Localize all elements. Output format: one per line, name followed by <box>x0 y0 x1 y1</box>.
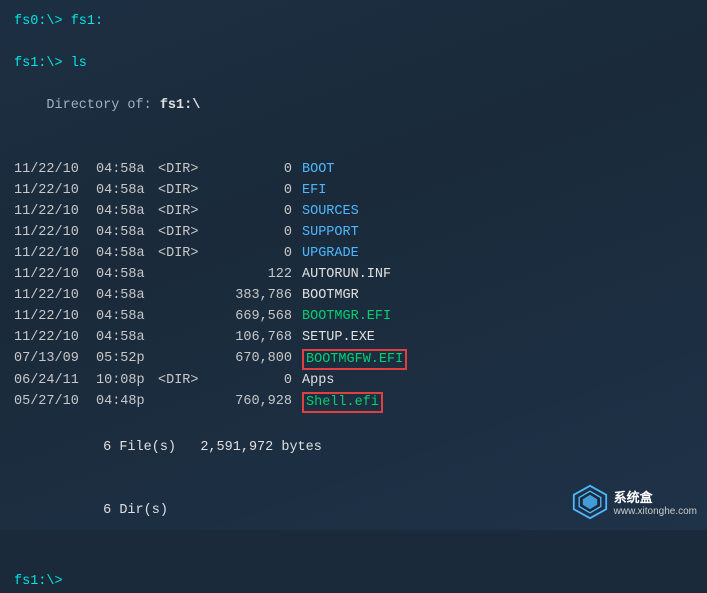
table-row: 06/24/11 10:08p <DIR> 0 Apps <box>14 371 693 392</box>
line-cmd2: fs1:\> ls <box>14 54 693 75</box>
summary-files: 6 File(s) 2,591,972 bytes <box>14 418 693 481</box>
table-row: 11/22/10 04:58a <DIR> 0 BOOT <box>14 160 693 181</box>
watermark-text: 系统盒 www.xitonghe.com <box>614 487 697 517</box>
prompt-line: fs1:\> <box>14 572 693 593</box>
table-row: 07/13/09 05:52p 670,800 BOOTMGFW.EFI <box>14 349 693 371</box>
line-cmd1: fs0:\> fs1: <box>14 12 693 33</box>
table-row: 11/22/10 04:58a 122 AUTORUN.INF <box>14 265 693 286</box>
line-dir-of: Directory of: fs1:\ <box>14 75 693 138</box>
terminal-window: fs0:\> fs1: fs1:\> ls Directory of: fs1:… <box>0 0 707 530</box>
table-row: 11/22/10 04:58a <DIR> 0 UPGRADE <box>14 244 693 265</box>
table-row: 11/22/10 04:58a 383,786 BOOTMGR <box>14 286 693 307</box>
watermark-site: 系统盒 <box>614 487 697 506</box>
directory-listing: 11/22/10 04:58a <DIR> 0 BOOT 11/22/10 04… <box>14 160 693 413</box>
table-row: 11/22/10 04:58a <DIR> 0 EFI <box>14 181 693 202</box>
watermark-logo-icon <box>572 484 608 520</box>
table-row: 05/27/10 04:48p 760,928 Shell.efi <box>14 392 693 414</box>
apps-entry: Apps <box>302 371 693 392</box>
table-row: 11/22/10 04:58a 669,568 BOOTMGR.EFI <box>14 307 693 328</box>
shell-efi-highlighted: Shell.efi <box>302 392 383 414</box>
line-blank2 <box>14 138 693 159</box>
bootmgfw-highlighted: BOOTMGFW.EFI <box>302 349 407 371</box>
watermark: 系统盒 www.xitonghe.com <box>572 484 697 520</box>
table-row: 11/22/10 04:58a <DIR> 0 SOURCES <box>14 202 693 223</box>
table-row: 11/22/10 04:58a <DIR> 0 SUPPORT <box>14 223 693 244</box>
watermark-url: www.xitonghe.com <box>614 506 697 517</box>
table-row: 11/22/10 04:58a 106,768 SETUP.EXE <box>14 328 693 349</box>
line-blank3 <box>14 551 693 572</box>
line-blank1 <box>14 33 693 54</box>
